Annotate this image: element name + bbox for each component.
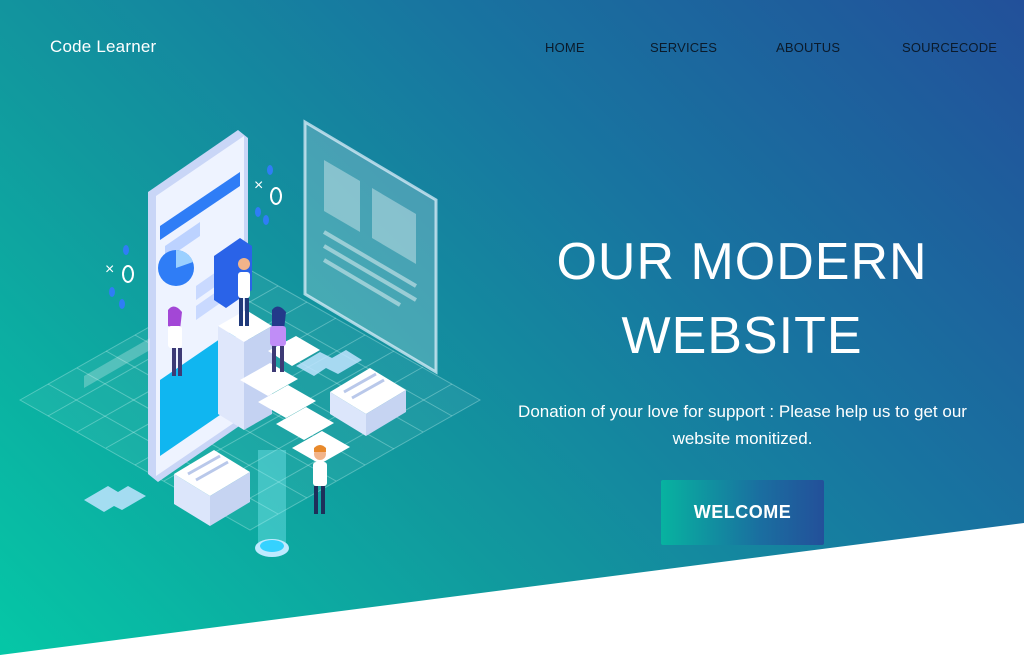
person-walking [313,445,327,514]
nav-home[interactable]: HOME [545,40,585,55]
svg-text:×: × [254,177,263,194]
isometric-web-illustration: × × [18,119,482,557]
svg-text:×: × [105,261,114,278]
nav-about-us[interactable]: ABOUTUS [776,40,840,55]
welcome-button[interactable]: WELCOME [661,480,824,545]
hero-title: OUR MODERN WEBSITE [490,225,994,373]
puzzle-piece-left [84,486,146,512]
phone-device [148,130,248,482]
hero-description: Donation of your love for support : Plea… [518,402,967,448]
hologram-beam [255,450,289,557]
nav-services[interactable]: SERVICES [650,40,717,55]
nav-source-code[interactable]: SOURCECODE [902,40,997,55]
hero-title-line-2: WEBSITE [621,307,863,365]
hero-title-line-1: OUR MODERN [556,233,928,291]
